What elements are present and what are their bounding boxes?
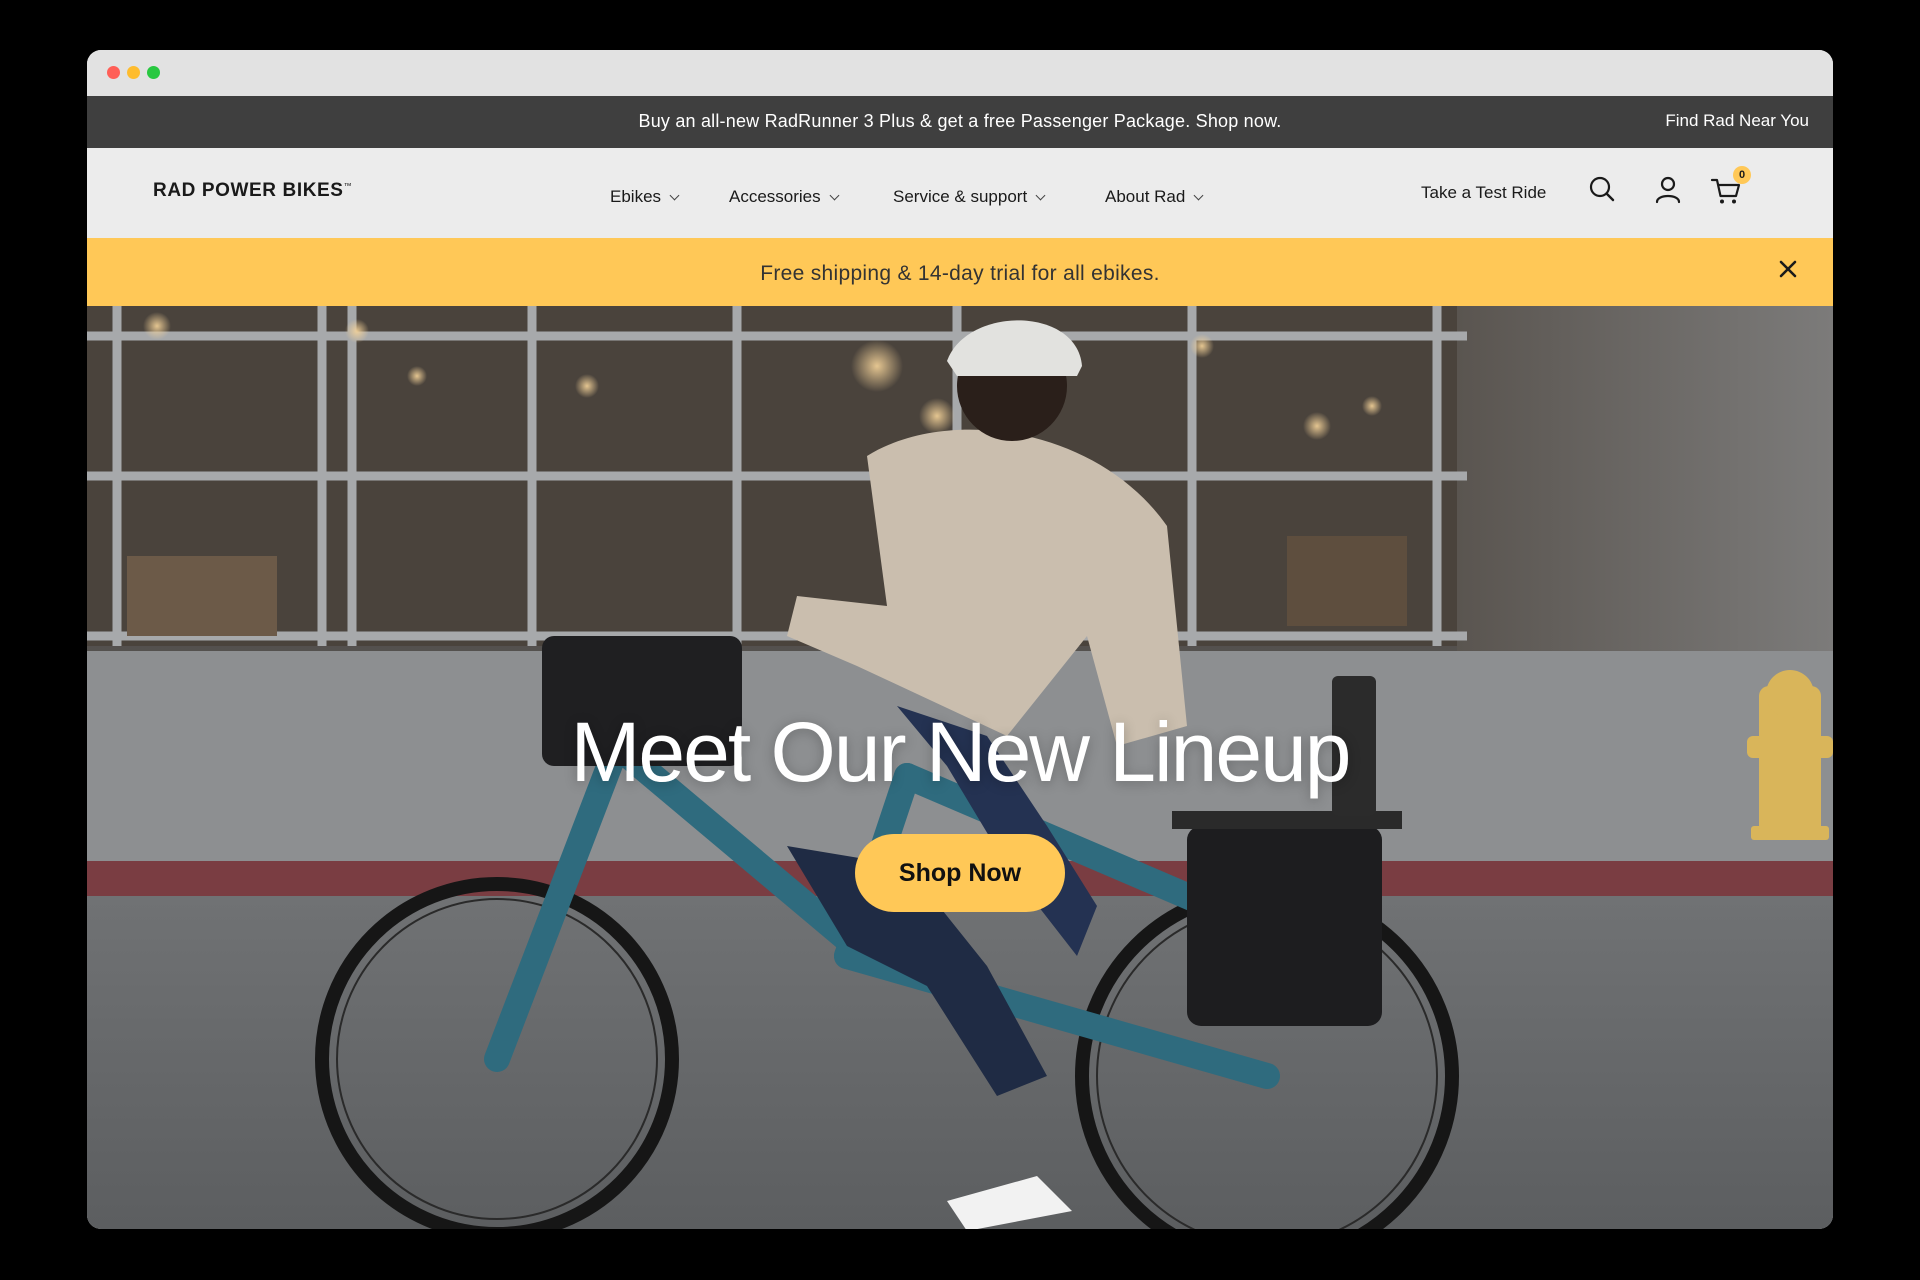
logo-text: RAD POWER BIKES <box>153 180 344 201</box>
promo-link[interactable]: Buy an all-new RadRunner 3 Plus & get a … <box>87 111 1833 132</box>
nav-item-ebikes[interactable]: Ebikes <box>610 187 680 207</box>
close-icon <box>1779 260 1797 278</box>
close-window-button[interactable] <box>107 66 120 79</box>
nav-item-label: Ebikes <box>610 187 662 206</box>
nav-item-label: Service & support <box>893 187 1028 206</box>
nav-item-about-rad[interactable]: About Rad <box>1105 187 1204 207</box>
chevron-down-icon <box>1193 190 1204 201</box>
close-banner-button[interactable] <box>1775 256 1801 282</box>
zoom-window-button[interactable] <box>147 66 160 79</box>
find-rad-near-you-link[interactable]: Find Rad Near You <box>1665 111 1809 131</box>
shop-now-button[interactable]: Shop Now <box>855 834 1065 912</box>
hero-title: Meet Our New Lineup <box>570 705 1351 799</box>
search-icon <box>1589 176 1615 202</box>
shipping-banner: Free shipping & 14-day trial for all ebi… <box>87 238 1833 306</box>
shipping-banner-text: Free shipping & 14-day trial for all ebi… <box>760 262 1160 285</box>
account-icon <box>1655 176 1681 204</box>
account-button[interactable] <box>1650 172 1686 208</box>
chevron-down-icon <box>1035 190 1046 201</box>
cart-count-badge: 0 <box>1733 166 1751 184</box>
hero-section: Meet Our New Lineup Shop Now <box>87 306 1833 1229</box>
site-logo[interactable]: RAD POWER BIKES™ <box>153 180 352 202</box>
window-titlebar <box>87 50 1833 96</box>
search-button[interactable] <box>1584 172 1620 208</box>
take-test-ride-link[interactable]: Take a Test Ride <box>1421 183 1546 203</box>
nav-item-label: About Rad <box>1105 187 1186 206</box>
chevron-down-icon <box>669 190 680 201</box>
minimize-window-button[interactable] <box>127 66 140 79</box>
nav-item-accessories[interactable]: Accessories <box>729 187 840 207</box>
logo-trademark: ™ <box>343 181 353 191</box>
nav-item-service-support[interactable]: Service & support <box>893 187 1046 207</box>
browser-window: Buy an all-new RadRunner 3 Plus & get a … <box>87 50 1833 1229</box>
nav-item-label: Accessories <box>729 187 821 206</box>
chevron-down-icon <box>829 190 840 201</box>
promo-bar: Buy an all-new RadRunner 3 Plus & get a … <box>87 96 1833 148</box>
main-nav: RAD POWER BIKES™ Ebikes Accessories Serv… <box>87 148 1833 238</box>
